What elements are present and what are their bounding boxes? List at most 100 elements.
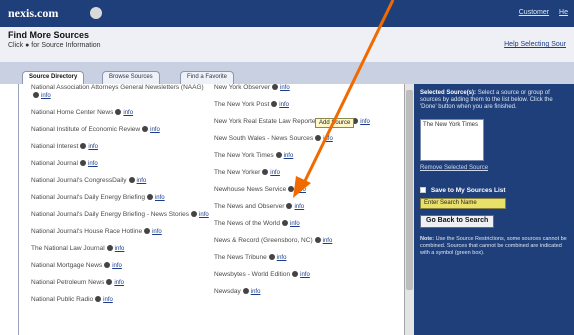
source-list-item[interactable]: New York Real Estate Law Reporter Newsle…: [214, 118, 394, 126]
source-list-item[interactable]: The News Tribune info: [214, 254, 394, 262]
source-info-link[interactable]: info: [41, 93, 51, 99]
source-list-item[interactable]: New South Wales - News Sources info: [214, 135, 394, 143]
source-title-link[interactable]: The News and Observer: [214, 203, 284, 210]
source-info-link[interactable]: info: [323, 136, 333, 142]
source-info-link[interactable]: info: [270, 170, 280, 176]
help-selecting-sources-link[interactable]: Help Selecting Sour: [504, 41, 566, 48]
source-list-item[interactable]: National Petroleum News info: [31, 279, 211, 287]
source-info-link[interactable]: info: [115, 246, 125, 252]
source-title-link[interactable]: Newhouse News Service: [214, 186, 286, 193]
source-list-item[interactable]: National Journal's Daily Energy Briefing…: [31, 194, 211, 202]
info-icon[interactable]: [80, 143, 87, 150]
add-source-button[interactable]: Add Source: [315, 118, 355, 128]
info-icon[interactable]: [282, 220, 288, 227]
source-title-link[interactable]: National Journal's House Race Hotline: [31, 228, 142, 235]
source-title-link[interactable]: Newsbytes - World Edition: [214, 271, 290, 278]
source-list-item[interactable]: National Home Center News info: [31, 109, 211, 117]
source-title-link[interactable]: National Institute of Economic Review: [31, 126, 140, 133]
tab-source-directory[interactable]: Source Directory: [22, 71, 85, 84]
source-info-link[interactable]: info: [251, 289, 261, 295]
source-info-link[interactable]: info: [152, 229, 162, 235]
info-icon[interactable]: [275, 152, 282, 159]
source-info-link[interactable]: info: [199, 212, 209, 218]
source-info-link[interactable]: info: [284, 153, 294, 159]
info-icon[interactable]: [104, 262, 111, 269]
remove-selected-link[interactable]: Remove Selected Source: [420, 165, 488, 171]
source-title-link[interactable]: News & Record (Greensboro, NC): [214, 237, 313, 244]
source-list-item[interactable]: Newsday info: [214, 288, 394, 296]
info-icon[interactable]: [146, 194, 153, 201]
source-info-link[interactable]: info: [150, 127, 160, 133]
source-info-link[interactable]: info: [123, 110, 133, 116]
info-icon[interactable]: [314, 237, 321, 244]
info-icon[interactable]: [95, 296, 102, 303]
source-info-link[interactable]: info: [300, 272, 310, 278]
info-icon[interactable]: [106, 245, 113, 252]
source-list-item[interactable]: The News of the World info: [214, 220, 394, 228]
source-list-item[interactable]: National Journal info: [31, 160, 211, 168]
info-icon[interactable]: [142, 126, 149, 133]
source-title-link[interactable]: National Public Radio: [31, 296, 93, 303]
source-title-link[interactable]: The New York Post: [214, 101, 269, 108]
source-info-link[interactable]: info: [277, 255, 287, 261]
source-title-link[interactable]: National Association Attorneys General N…: [31, 84, 204, 91]
source-list-item[interactable]: The New Yorker info: [214, 169, 394, 177]
tab-find-favorite[interactable]: Find a Favorite: [180, 71, 235, 84]
source-title-link[interactable]: National Petroleum News: [31, 279, 104, 286]
source-list-item[interactable]: Newhouse News Service info: [214, 186, 394, 194]
source-title-link[interactable]: National Interest: [31, 143, 78, 150]
info-icon[interactable]: [272, 84, 278, 91]
source-title-link[interactable]: National Mortgage News: [31, 262, 102, 269]
source-title-link[interactable]: The National Law Journal: [31, 245, 105, 252]
info-icon[interactable]: [262, 169, 269, 176]
source-title-link[interactable]: National Journal: [31, 160, 78, 167]
source-list-item[interactable]: National Journal's CongressDaily info: [31, 177, 211, 185]
source-list-item[interactable]: National Journal's Daily Energy Briefing…: [31, 211, 211, 219]
source-info-link[interactable]: info: [296, 187, 306, 193]
source-info-link[interactable]: info: [88, 144, 98, 150]
info-icon[interactable]: [128, 177, 135, 184]
source-info-link[interactable]: info: [155, 195, 165, 201]
source-title-link[interactable]: Newsday: [214, 288, 241, 295]
scrollbar-thumb[interactable]: [406, 90, 413, 290]
source-title-link[interactable]: New South Wales - News Sources: [214, 135, 313, 142]
source-title-link[interactable]: National Journal's CongressDaily: [31, 177, 127, 184]
source-list-item[interactable]: News & Record (Greensboro, NC) info: [214, 237, 394, 245]
source-title-link[interactable]: The New York Times: [214, 152, 274, 159]
source-info-link[interactable]: info: [279, 102, 289, 108]
source-title-link[interactable]: The News of the World: [214, 220, 280, 227]
source-title-link[interactable]: The News Tribune: [214, 254, 267, 261]
source-title-link[interactable]: The New Yorker: [214, 169, 260, 176]
source-list-item[interactable]: National Association Attorneys General N…: [31, 84, 211, 100]
brand-logo[interactable]: nexis.com: [8, 6, 58, 21]
source-info-link[interactable]: info: [360, 119, 370, 125]
source-info-link[interactable]: info: [290, 221, 300, 227]
source-info-link[interactable]: info: [294, 204, 304, 210]
source-list-item[interactable]: National Interest info: [31, 143, 211, 151]
info-icon[interactable]: [79, 160, 86, 167]
info-icon[interactable]: [271, 101, 278, 108]
save-checkbox[interactable]: [420, 187, 426, 194]
help-link-top[interactable]: He: [559, 9, 568, 16]
source-list-item[interactable]: The New York Post info: [214, 101, 394, 109]
source-info-link[interactable]: info: [280, 85, 290, 91]
info-icon[interactable]: [33, 92, 39, 99]
source-title-link[interactable]: National Home Center News: [31, 109, 113, 116]
source-list-item[interactable]: The National Law Journal info: [31, 245, 211, 253]
info-icon[interactable]: [315, 135, 322, 142]
source-title-link[interactable]: National Journal's Daily Energy Briefing…: [31, 211, 189, 218]
info-icon[interactable]: [288, 186, 295, 193]
search-name-field[interactable]: Enter Search Name: [420, 198, 506, 209]
info-icon[interactable]: [115, 109, 122, 116]
source-info-link[interactable]: info: [103, 297, 113, 303]
tab-browse-sources[interactable]: Browse Sources: [102, 71, 160, 84]
source-list-item[interactable]: National Institute of Economic Review inf…: [31, 126, 211, 134]
back-to-search-button[interactable]: Go Back to Search: [420, 215, 495, 228]
info-icon[interactable]: [144, 228, 151, 235]
customer-link[interactable]: Customer: [519, 9, 549, 16]
selected-sources-box[interactable]: The New York Times: [420, 119, 484, 161]
info-icon[interactable]: [286, 203, 293, 210]
source-info-link[interactable]: info: [323, 238, 333, 244]
list-scrollbar[interactable]: [404, 84, 414, 335]
save-to-sources-row[interactable]: Save to My Sources List: [420, 187, 506, 194]
